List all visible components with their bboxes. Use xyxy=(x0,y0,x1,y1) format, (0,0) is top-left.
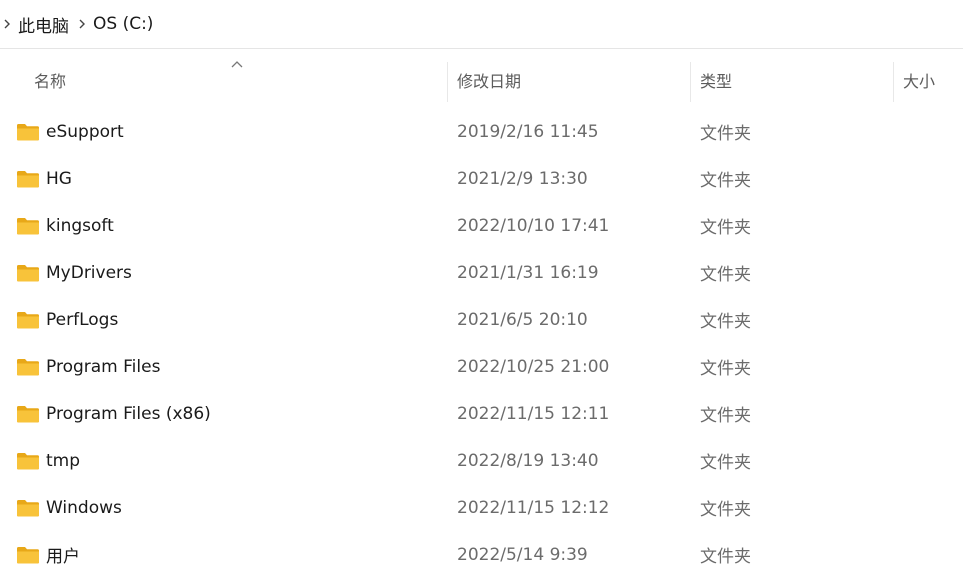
folder-icon xyxy=(16,310,40,330)
file-type: 文件夹 xyxy=(700,218,751,238)
file-modified: 2022/10/10 17:41 xyxy=(457,215,610,236)
file-name-cell[interactable]: 用户 xyxy=(16,531,80,578)
folder-icon xyxy=(16,216,40,236)
breadcrumb-item-this-pc[interactable]: 此电脑 xyxy=(14,12,75,37)
table-row[interactable]: PerfLogs 2021/6/5 20:10 文件夹 xyxy=(0,296,963,343)
file-modified: 2022/5/14 9:39 xyxy=(457,544,588,565)
column-header-name[interactable]: 名称 xyxy=(34,56,66,104)
file-type: 文件夹 xyxy=(700,547,751,567)
file-list: eSupport 2019/2/16 11:45 文件夹 HG 2021/2/9 13:… xyxy=(0,108,963,578)
file-modified: 2022/11/15 12:12 xyxy=(457,497,610,518)
table-row[interactable]: eSupport 2019/2/16 11:45 文件夹 xyxy=(0,108,963,155)
file-modified: 2021/6/5 20:10 xyxy=(457,309,588,330)
file-modified: 2021/2/9 13:30 xyxy=(457,168,588,189)
file-type: 文件夹 xyxy=(700,406,751,426)
file-name-cell[interactable]: eSupport xyxy=(16,108,124,155)
file-type: 文件夹 xyxy=(700,453,751,473)
file-name: eSupport xyxy=(46,121,124,142)
column-resize-handle[interactable] xyxy=(447,62,448,102)
column-resize-handle[interactable] xyxy=(690,62,691,102)
breadcrumb-item-drive-c[interactable]: OS (C:) xyxy=(89,14,159,34)
breadcrumb-divider xyxy=(0,48,963,49)
file-name-cell[interactable]: tmp xyxy=(16,437,80,484)
file-type: 文件夹 xyxy=(700,171,751,191)
table-row[interactable]: kingsoft 2022/10/10 17:41 文件夹 xyxy=(0,202,963,249)
file-modified: 2022/8/19 13:40 xyxy=(457,450,599,471)
file-name: HG xyxy=(46,168,72,189)
file-name-cell[interactable]: HG xyxy=(16,155,72,202)
file-type: 文件夹 xyxy=(700,124,751,144)
file-name-cell[interactable]: kingsoft xyxy=(16,202,114,249)
column-header-type[interactable]: 类型 xyxy=(700,56,732,104)
chevron-right-icon[interactable] xyxy=(75,18,89,30)
file-name: Program Files xyxy=(46,356,161,377)
folder-icon xyxy=(16,545,40,565)
column-header-size[interactable]: 大小 xyxy=(903,56,935,104)
folder-icon xyxy=(16,451,40,471)
table-row[interactable]: Program Files 2022/10/25 21:00 文件夹 xyxy=(0,343,963,390)
file-name: kingsoft xyxy=(46,215,114,236)
folder-icon xyxy=(16,498,40,518)
file-name-cell[interactable]: Program Files (x86) xyxy=(16,390,211,437)
file-type: 文件夹 xyxy=(700,312,751,332)
table-row[interactable]: 用户 2022/5/14 9:39 文件夹 xyxy=(0,531,963,578)
breadcrumb: 此电脑 OS (C:) xyxy=(0,0,963,48)
file-name-cell[interactable]: MyDrivers xyxy=(16,249,132,296)
file-name-cell[interactable]: PerfLogs xyxy=(16,296,118,343)
chevron-right-icon[interactable] xyxy=(0,18,14,30)
table-row[interactable]: MyDrivers 2021/1/31 16:19 文件夹 xyxy=(0,249,963,296)
file-name: PerfLogs xyxy=(46,309,119,330)
file-modified: 2021/1/31 16:19 xyxy=(457,262,599,283)
file-name: Windows xyxy=(46,497,122,518)
file-type: 文件夹 xyxy=(700,359,751,379)
sort-ascending-icon xyxy=(230,60,244,68)
table-row[interactable]: Windows 2022/11/15 12:12 文件夹 xyxy=(0,484,963,531)
folder-icon xyxy=(16,122,40,142)
file-modified: 2022/11/15 12:11 xyxy=(457,403,610,424)
folder-icon xyxy=(16,404,40,424)
file-name: 用户 xyxy=(46,547,80,567)
column-header-modified[interactable]: 修改日期 xyxy=(457,56,521,104)
file-type: 文件夹 xyxy=(700,265,751,285)
folder-icon xyxy=(16,357,40,377)
folder-icon xyxy=(16,263,40,283)
file-modified: 2022/10/25 21:00 xyxy=(457,356,610,377)
file-name: MyDrivers xyxy=(46,262,132,283)
file-name: Program Files (x86) xyxy=(46,403,211,424)
column-header-row: 名称 修改日期 类型 大小 xyxy=(0,56,963,104)
file-modified: 2019/2/16 11:45 xyxy=(457,121,599,142)
file-name-cell[interactable]: Program Files xyxy=(16,343,160,390)
table-row[interactable]: HG 2021/2/9 13:30 文件夹 xyxy=(0,155,963,202)
file-name-cell[interactable]: Windows xyxy=(16,484,122,531)
file-type: 文件夹 xyxy=(700,500,751,520)
table-row[interactable]: tmp 2022/8/19 13:40 文件夹 xyxy=(0,437,963,484)
folder-icon xyxy=(16,169,40,189)
column-resize-handle[interactable] xyxy=(893,62,894,102)
file-name: tmp xyxy=(46,450,81,471)
table-row[interactable]: Program Files (x86) 2022/11/15 12:11 文件夹 xyxy=(0,390,963,437)
